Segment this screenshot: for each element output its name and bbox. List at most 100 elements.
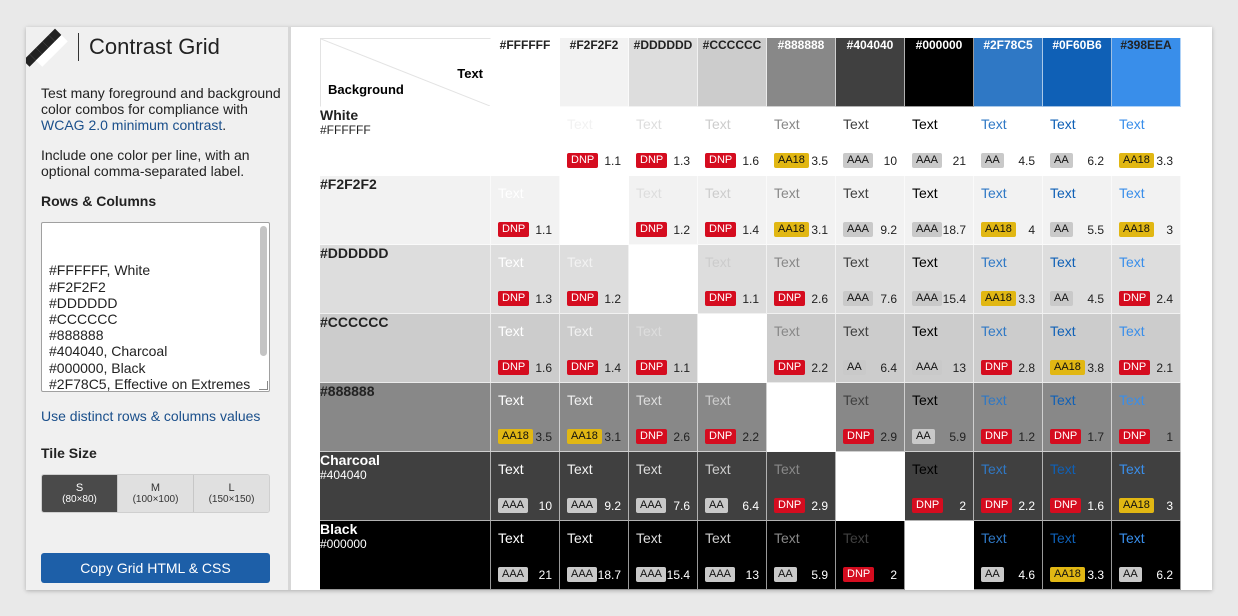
sample-text: Text	[843, 116, 869, 132]
row-hex: #404040	[320, 468, 367, 482]
compliance-badge: DNP	[636, 429, 668, 444]
tile-size-large-label: L	[228, 481, 235, 494]
contrast-cell: Text AAA 13	[905, 314, 974, 383]
column-header: #F2F2F2	[560, 38, 629, 107]
sample-text: Text	[1119, 323, 1145, 339]
contrast-cell: Text DNP 1.1	[491, 176, 560, 245]
sample-text: Text	[636, 392, 662, 408]
compliance-badge: AA18	[1050, 567, 1085, 582]
copy-grid-button[interactable]: Copy Grid HTML & CSS	[41, 553, 270, 583]
sample-text: Text	[705, 254, 731, 270]
row-header: Black #000000	[320, 521, 491, 590]
compliance-badge: AA18	[498, 429, 533, 444]
contrast-cell: Text DNP 2.1	[1112, 314, 1181, 383]
compliance-badge: AAA	[567, 567, 598, 582]
row-hex: #FFFFFF	[320, 123, 371, 137]
contrast-cell: Text AA18 3.3	[1043, 521, 1112, 590]
colors-textarea-value: #FFFFFF, White #F2F2F2 #DDDDDD #CCCCCC #…	[49, 262, 251, 392]
contrast-cell: Text AA 4.5	[1043, 245, 1112, 314]
compliance-badge: DNP	[912, 498, 944, 513]
contrast-cell: Text DNP 2.6	[629, 383, 698, 452]
brand: Contrast Grid	[26, 28, 220, 67]
compliance-badge: AA	[981, 153, 1004, 168]
contrast-cell: Text AAA 10	[836, 107, 905, 176]
contrast-cell	[836, 452, 905, 521]
contrast-ratio: 3.3	[1087, 568, 1104, 582]
textarea-scrollbar[interactable]	[260, 226, 267, 356]
sample-text: Text	[567, 461, 593, 477]
row-hex: #CCCCCC	[320, 314, 389, 330]
contrast-ratio: 3	[1166, 499, 1173, 513]
contrast-cell: Text DNP 1.3	[629, 107, 698, 176]
sample-text: Text	[567, 323, 593, 339]
row-label: White	[320, 107, 359, 123]
column-header: #000000	[905, 38, 974, 107]
contrast-ratio: 10	[883, 154, 897, 168]
contrast-ratio: 7.6	[880, 292, 897, 306]
contrast-ratio: 2.8	[1018, 361, 1035, 375]
sample-text: Text	[1119, 116, 1145, 132]
row-hex: #000000	[320, 537, 367, 551]
contrast-cell	[491, 107, 560, 176]
compliance-badge: DNP	[498, 222, 530, 237]
distinct-values-link[interactable]: Use distinct rows & columns values	[41, 408, 260, 424]
sample-text: Text	[1050, 323, 1076, 339]
sample-text: Text	[1119, 392, 1145, 408]
contrast-ratio: 1.6	[742, 154, 759, 168]
contrast-ratio: 3	[1166, 223, 1173, 237]
sample-text: Text	[981, 185, 1007, 201]
contrast-ratio: 1.6	[1087, 499, 1104, 513]
sample-text: Text	[981, 254, 1007, 270]
contrast-cell: Text AAA 7.6	[836, 245, 905, 314]
sample-text: Text	[567, 530, 593, 546]
compliance-badge: AA18	[981, 291, 1016, 306]
contrast-cell: Text DNP 1	[1112, 383, 1181, 452]
wcag-link[interactable]: WCAG 2.0 minimum contrast	[41, 117, 222, 133]
contrast-cell: Text DNP 2.4	[1112, 245, 1181, 314]
contrast-cell: Text DNP 1.4	[698, 176, 767, 245]
compliance-badge: DNP	[774, 291, 806, 306]
column-header: #CCCCCC	[698, 38, 767, 107]
compliance-badge: AA18	[774, 153, 809, 168]
sample-text: Text	[843, 530, 869, 546]
tile-size-large[interactable]: L (150×150)	[194, 475, 269, 512]
compliance-badge: DNP	[1119, 291, 1151, 306]
tile-size-small-label: S	[75, 481, 84, 494]
contrast-ratio: 6.4	[880, 361, 897, 375]
sample-text: Text	[774, 461, 800, 477]
grid-row: White #FFFFFF Text DNP 1.1 Text DNP 1.3 Text DNP 1…	[320, 107, 1181, 176]
contrast-ratio: 2	[890, 568, 897, 582]
contrast-ratio: 1.1	[742, 292, 759, 306]
contrast-cell: Text AA 4.5	[974, 107, 1043, 176]
compliance-badge: DNP	[567, 291, 599, 306]
resize-grip-icon[interactable]	[259, 381, 268, 390]
sample-text: Text	[843, 254, 869, 270]
sample-text: Text	[498, 185, 524, 201]
contrast-cell	[767, 383, 836, 452]
tile-size-medium[interactable]: M (100×100)	[118, 475, 194, 512]
compliance-badge: AA	[774, 567, 797, 582]
compliance-badge: DNP	[1050, 498, 1082, 513]
tile-size-small[interactable]: S (80×80)	[42, 475, 118, 512]
sample-text: Text	[774, 530, 800, 546]
contrast-cell: Text DNP 2	[905, 452, 974, 521]
compliance-badge: DNP	[636, 153, 668, 168]
compliance-badge: DNP	[843, 429, 875, 444]
contrast-ratio: 1.3	[535, 292, 552, 306]
sample-text: Text	[498, 530, 524, 546]
contrast-cell	[629, 245, 698, 314]
compliance-badge: AA	[705, 498, 728, 513]
compliance-badge: DNP	[843, 567, 875, 582]
contrast-ratio: 1.4	[742, 223, 759, 237]
contrast-ratio: 10	[538, 499, 552, 513]
sample-text: Text	[567, 392, 593, 408]
contrast-cell: Text AAA 9.2	[560, 452, 629, 521]
column-header: #888888	[767, 38, 836, 107]
rows-columns-heading: Rows & Columns	[41, 193, 157, 209]
contrast-ratio: 2.2	[1018, 499, 1035, 513]
colors-textarea[interactable]: #FFFFFF, White #F2F2F2 #DDDDDD #CCCCCC #…	[41, 222, 270, 392]
contrast-ratio: 3.1	[604, 430, 621, 444]
contrast-ratio: 21	[952, 154, 966, 168]
contrast-ratio: 1.4	[604, 361, 621, 375]
contrast-cell: Text AAA 18.7	[905, 176, 974, 245]
